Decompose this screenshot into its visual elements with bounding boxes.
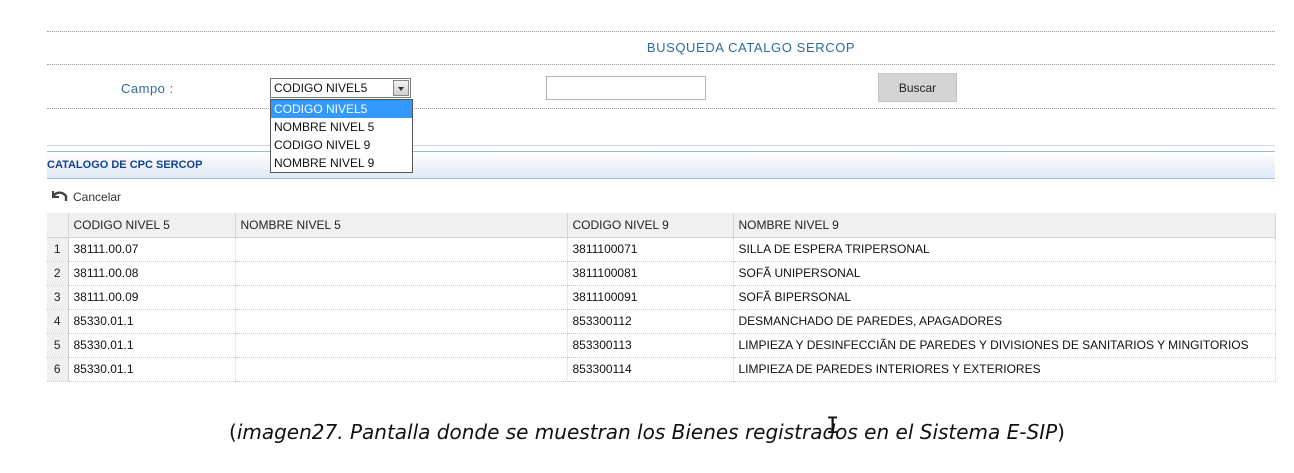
codigo-nivel-5-cell: 38111.00.07 <box>68 237 236 262</box>
campo-label: Campo : <box>121 81 174 96</box>
nombre-nivel-9-cell: LIMPIEZA DE PAREDES INTERIORES Y EXTERIO… <box>733 357 1276 382</box>
nombre-nivel-9-cell: SOFÃ UNIPERSONAL <box>733 261 1276 286</box>
field-option[interactable]: NOMBRE NIVEL 5 <box>271 118 412 136</box>
table-row[interactable]: 4 85330.01.1 853300112 DESMANCHADO DE PA… <box>47 309 1276 334</box>
field-select-value: CODIGO NIVEL5 <box>274 81 368 95</box>
nombre-nivel-5-cell <box>235 333 568 358</box>
chevron-down-icon[interactable] <box>393 80 409 96</box>
column-header-nombre-nivel-5[interactable]: NOMBRE NIVEL 5 <box>235 213 568 238</box>
row-number: 2 <box>47 261 69 286</box>
column-header-codigo-nivel-5[interactable]: CODIGO NIVEL 5 <box>68 213 236 238</box>
row-number: 3 <box>47 285 69 310</box>
nombre-nivel-9-cell: DESMANCHADO DE PAREDES, APAGADORES <box>733 309 1276 334</box>
field-select[interactable]: CODIGO NIVEL5 <box>270 78 411 98</box>
codigo-nivel-5-cell: 38111.00.09 <box>68 285 236 310</box>
table-header-row: CODIGO NIVEL 5 NOMBRE NIVEL 5 CODIGO NIV… <box>47 213 1276 238</box>
field-option[interactable]: CODIGO NIVEL 9 <box>271 136 412 154</box>
nombre-nivel-9-cell: SILLA DE ESPERA TRIPERSONAL <box>733 237 1276 262</box>
row-number-header <box>47 213 69 238</box>
codigo-nivel-5-cell: 85330.01.1 <box>68 357 236 382</box>
table-row[interactable]: 5 85330.01.1 853300113 LIMPIEZA Y DESINF… <box>47 333 1276 358</box>
row-number: 5 <box>47 333 69 358</box>
grid-header: CATALOGO DE CPC SERCOP <box>47 151 1275 179</box>
codigo-nivel-5-cell: 85330.01.1 <box>68 333 236 358</box>
column-header-nombre-nivel-9[interactable]: NOMBRE NIVEL 9 <box>733 213 1276 238</box>
nombre-nivel-5-cell <box>235 261 568 286</box>
table-row[interactable]: 6 85330.01.1 853300114 LIMPIEZA DE PARED… <box>47 357 1276 382</box>
caption-text: imagen27. Pantalla donde se muestran los… <box>236 420 1058 444</box>
nombre-nivel-5-cell <box>235 357 568 382</box>
nombre-nivel-5-cell <box>235 309 568 334</box>
field-dropdown-list: CODIGO NIVEL5 NOMBRE NIVEL 5 CODIGO NIVE… <box>270 99 413 173</box>
row-number: 1 <box>47 237 69 262</box>
field-option[interactable]: CODIGO NIVEL5 <box>271 100 412 118</box>
nombre-nivel-9-cell: LIMPIEZA Y DESINFECCIÃN DE PAREDES Y DIV… <box>733 333 1276 358</box>
codigo-nivel-9-cell: 853300112 <box>567 309 734 334</box>
codigo-nivel-9-cell: 3811100071 <box>567 237 734 262</box>
caption-open-paren: ( <box>229 420 237 444</box>
codigo-nivel-5-cell: 38111.00.08 <box>68 261 236 286</box>
title-divider <box>47 64 1275 65</box>
row-number: 6 <box>47 357 69 382</box>
codigo-nivel-9-cell: 3811100091 <box>567 285 734 310</box>
grid-top-border <box>47 145 1275 146</box>
top-divider <box>47 31 1275 32</box>
table-row[interactable]: 1 38111.00.07 3811100071 SILLA DE ESPERA… <box>47 237 1276 262</box>
row-number: 4 <box>47 309 69 334</box>
table-row[interactable]: 3 38111.00.09 3811100091 SOFÃ BIPERSONAL <box>47 285 1276 310</box>
catalog-table: CODIGO NIVEL 5 NOMBRE NIVEL 5 CODIGO NIV… <box>47 213 1276 382</box>
codigo-nivel-9-cell: 3811100081 <box>567 261 734 286</box>
undo-icon[interactable] <box>49 188 69 204</box>
nombre-nivel-5-cell <box>235 237 568 262</box>
codigo-nivel-5-cell: 85330.01.1 <box>68 309 236 334</box>
search-divider <box>47 108 1275 109</box>
codigo-nivel-9-cell: 853300113 <box>567 333 734 358</box>
codigo-nivel-9-cell: 853300114 <box>567 357 734 382</box>
nombre-nivel-9-cell: SOFÃ BIPERSONAL <box>733 285 1276 310</box>
search-title: BUSQUEDA CATALGO SERCOP <box>646 40 856 55</box>
grid-title: CATALOGO DE CPC SERCOP <box>47 159 203 171</box>
cancel-button[interactable]: Cancelar <box>73 190 121 204</box>
field-option[interactable]: NOMBRE NIVEL 9 <box>271 154 412 172</box>
buscar-button[interactable]: Buscar <box>878 73 957 102</box>
nombre-nivel-5-cell <box>235 285 568 310</box>
caption-close-paren: ) <box>1057 420 1065 444</box>
column-header-codigo-nivel-9[interactable]: CODIGO NIVEL 9 <box>567 213 734 238</box>
text-cursor-icon: I <box>826 414 840 439</box>
table-row[interactable]: 2 38111.00.08 3811100081 SOFÃ UNIPERSONA… <box>47 261 1276 286</box>
figure-caption: (imagen27. Pantalla donde se muestran lo… <box>0 420 1294 444</box>
search-input[interactable] <box>546 76 706 100</box>
